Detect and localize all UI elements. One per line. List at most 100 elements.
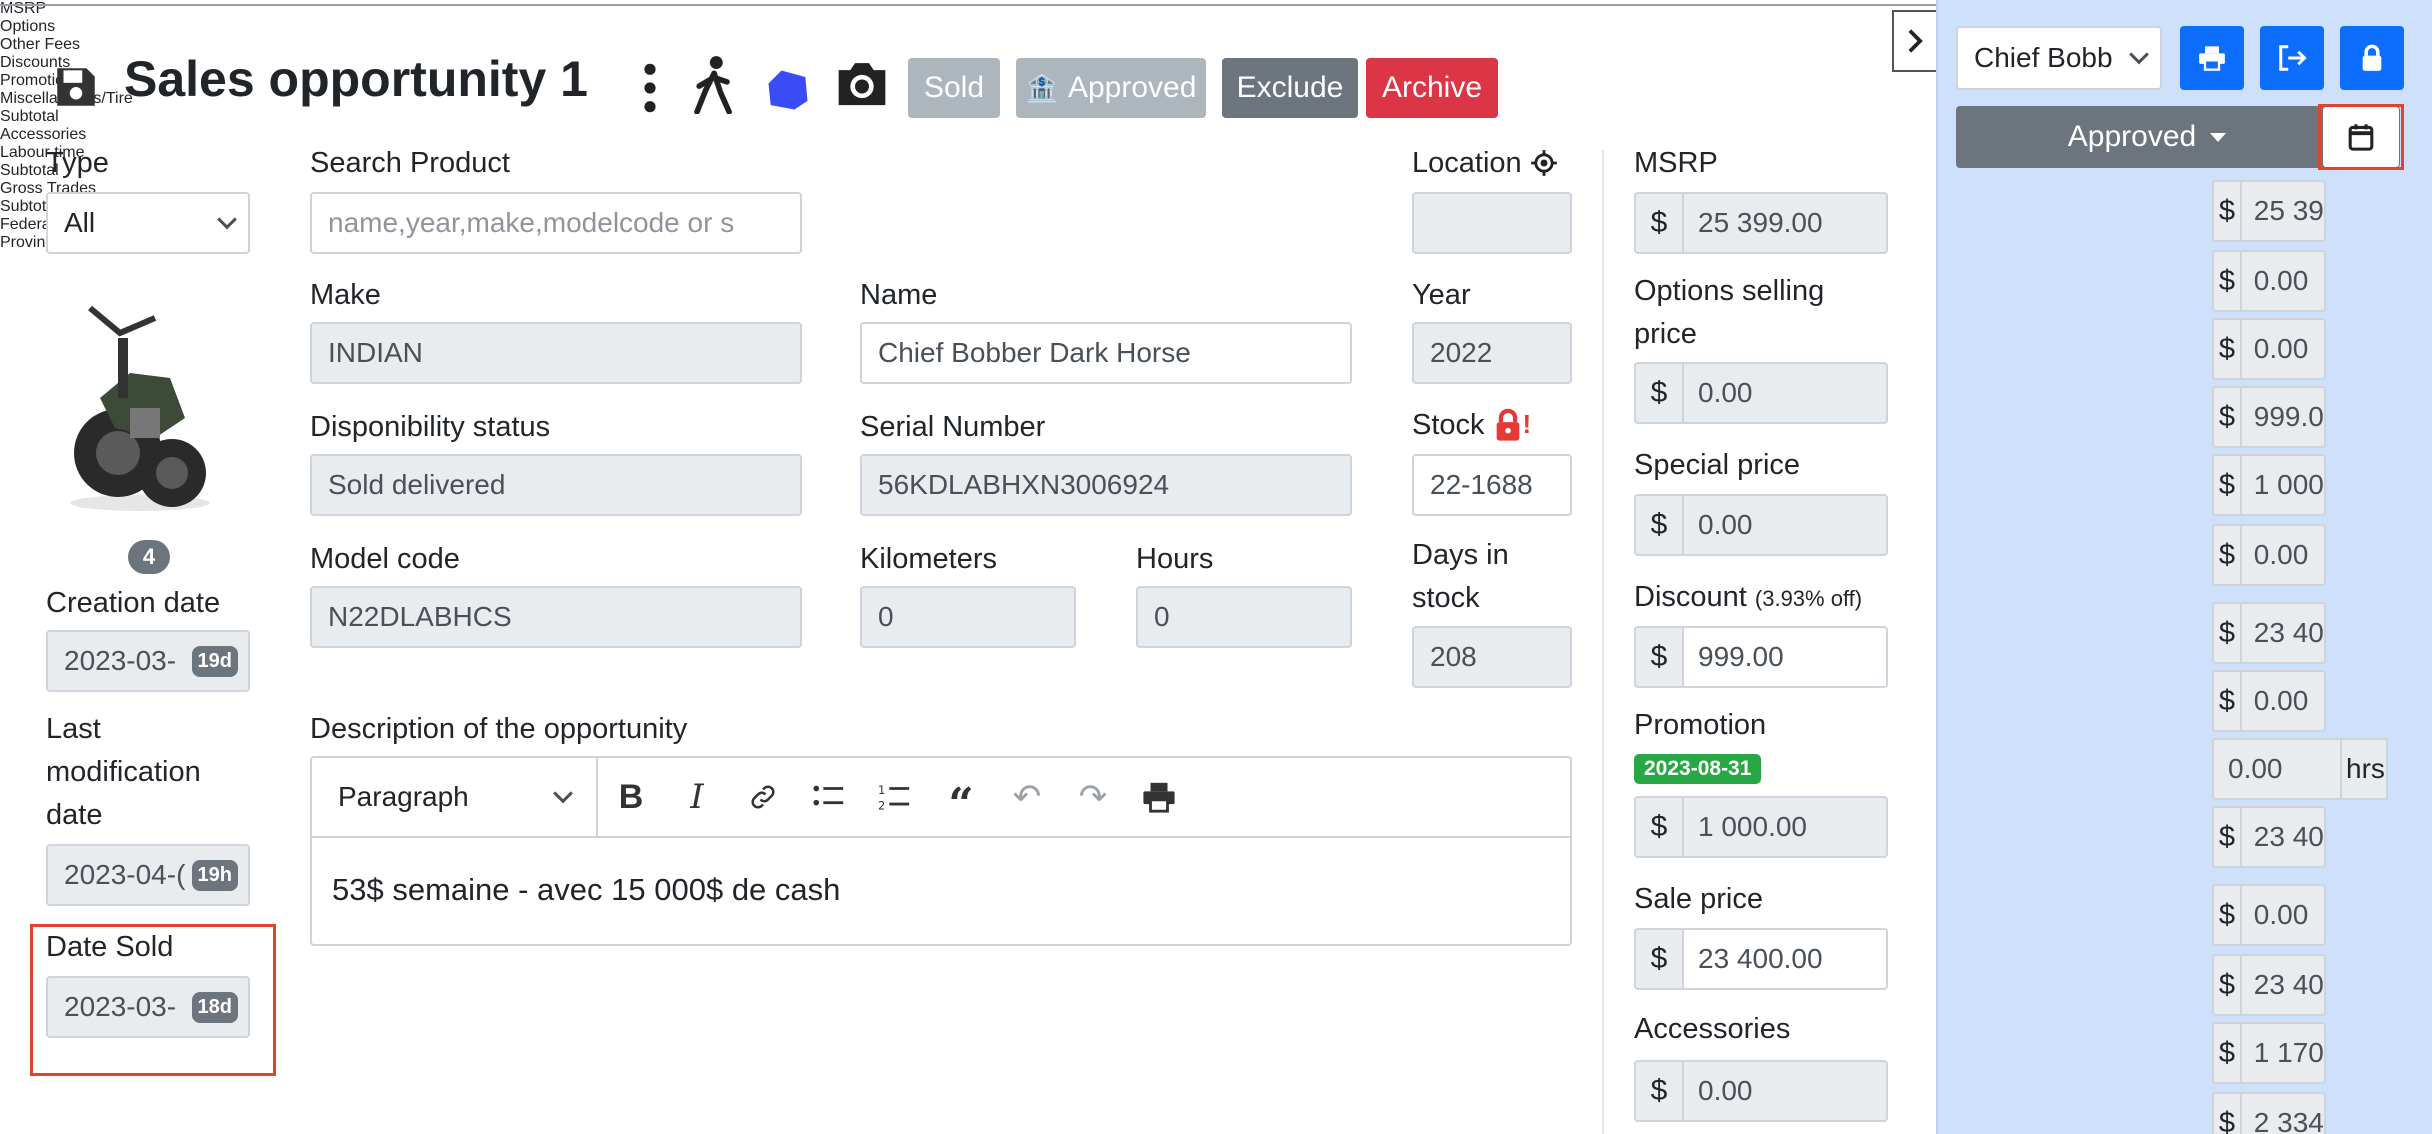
panel-federal-taxes-field: $ 1 170.0( (2212, 1022, 2326, 1084)
currency-prefix: $ (2212, 806, 2240, 868)
archive-button[interactable]: Archive (1366, 58, 1498, 118)
lock-icon (2362, 44, 2382, 71)
bank-icon: 🏦 (1025, 72, 1058, 103)
search-product-label: Search Product (310, 147, 510, 179)
panel-accessories-value: 0.00 (2239, 670, 2326, 732)
last-modification-label-3: date (46, 799, 103, 831)
caret-down-icon (2210, 132, 2227, 142)
year-label: Year (1412, 279, 1471, 311)
type-select[interactable]: All (46, 192, 250, 254)
sold-button-label: Sold (923, 71, 985, 104)
stock-value: 22-1688 (1430, 469, 1533, 500)
svg-text:2: 2 (878, 799, 885, 812)
kilometers-field: 0 (860, 586, 1076, 648)
sign-out-icon (2279, 45, 2307, 71)
year-field: 2022 (1412, 322, 1572, 384)
editor-toolbar: Paragraph B I 12 “ ↶ ↷ (312, 758, 1570, 838)
model-code-field: N22DLABHCS (310, 586, 802, 648)
options-selling-label-2: price (1634, 318, 1697, 350)
name-label: Name (860, 279, 938, 311)
chevron-down-icon (217, 209, 237, 230)
lock-button[interactable] (2340, 26, 2404, 90)
archive-button-label: Archive (1381, 71, 1483, 104)
last-modification-field: 2023-04-( 19h (46, 844, 250, 906)
panel-provincial-taxes-field: $ 2 334.1! (2212, 1092, 2326, 1134)
description-editor[interactable]: Paragraph B I 12 “ ↶ ↷ 53$ semaine - ave… (310, 756, 1572, 946)
lock-alert-icon: ! (1493, 406, 1531, 444)
currency-prefix: $ (2212, 670, 2240, 732)
description-text[interactable]: 53$ semaine - avec 15 000$ de cash (312, 838, 1570, 942)
more-options-icon[interactable] (636, 60, 664, 116)
print-icon[interactable] (1126, 758, 1192, 836)
panel-discounts-value: 999.00 (2239, 386, 2326, 448)
discount-value[interactable]: 999.00 (1682, 626, 1888, 688)
stock-input[interactable]: 22-1688 (1412, 454, 1572, 516)
numbered-list-icon[interactable]: 12 (862, 758, 928, 836)
vehicle-select-value: Chief Bobb (1974, 42, 2113, 73)
sale-price-label: Sale price (1634, 883, 1763, 915)
name-input[interactable]: Chief Bobber Dark Horse (860, 322, 1352, 384)
days-in-stock-label-2: stock (1412, 582, 1480, 614)
chevron-down-icon (553, 783, 573, 804)
panel-discounts-field: $ 999.00 (2212, 386, 2326, 448)
redo-icon[interactable]: ↷ (1060, 758, 1126, 836)
promotion-field: $ 1 000.00 (1634, 796, 1888, 858)
currency-prefix: $ (1634, 1060, 1682, 1122)
paragraph-format-select[interactable]: Paragraph (312, 758, 598, 836)
date-sold-field[interactable]: 2023-03- 18d (46, 976, 250, 1038)
sold-button[interactable]: Sold (908, 58, 1000, 118)
search-product-input[interactable]: name,year,make,modelcode or s (310, 192, 802, 254)
model-code-value: N22DLABHCS (328, 601, 512, 632)
days-in-stock-value: 208 (1430, 641, 1477, 672)
walk-in-icon[interactable] (686, 54, 738, 115)
discount-field[interactable]: $ 999.00 (1634, 626, 1888, 688)
panel-gross-trades-field: $ 0.00 (2212, 884, 2326, 946)
disponibility-field: Sold delivered (310, 454, 802, 516)
panel-accessories-field: $ 0.00 (2212, 670, 2326, 732)
description-label: Description of the opportunity (310, 713, 688, 745)
panel-labour-time-field[interactable]: 0.00 hrs (2212, 738, 2388, 800)
hours-field: 0 (1136, 586, 1352, 648)
last-modification-age-badge: 19h (191, 859, 238, 891)
panel-toggle-button[interactable] (1892, 10, 1936, 72)
print-button[interactable] (2180, 26, 2244, 90)
bold-icon[interactable]: B (598, 758, 664, 836)
vehicle-photo[interactable] (60, 278, 220, 518)
tag-icon[interactable] (762, 64, 814, 116)
special-price-value: 0.00 (1682, 494, 1888, 556)
currency-prefix: $ (2212, 1022, 2240, 1084)
bulleted-list-icon[interactable] (796, 758, 862, 836)
panel-subtotal-1-value: 23 400.( (2239, 602, 2326, 664)
vehicle-select[interactable]: Chief Bobb (1956, 26, 2162, 90)
export-button[interactable] (2260, 26, 2324, 90)
status-dropdown-button[interactable]: Approved (1956, 106, 2338, 168)
save-icon[interactable] (50, 62, 102, 112)
italic-icon[interactable]: I (664, 758, 730, 836)
panel-msrp-field: $ 25 399.( (2212, 180, 2326, 242)
panel-federal-taxes-value: 1 170.0( (2239, 1022, 2326, 1084)
currency-prefix: $ (2212, 386, 2240, 448)
link-icon[interactable] (730, 758, 796, 836)
stock-label: Stock ! (1412, 404, 1531, 446)
panel-other-fees-field: $ 0.00 (2212, 318, 2326, 380)
top-divider (0, 0, 1936, 6)
currency-prefix: $ (2212, 180, 2240, 242)
undo-icon[interactable]: ↶ (994, 758, 1060, 836)
panel-labour-time-value[interactable]: 0.00 (2212, 738, 2342, 800)
promotion-value: 1 000.00 (1682, 796, 1888, 858)
promotion-date-badge: 2023-08-31 (1634, 754, 1762, 784)
chevron-right-icon (1908, 29, 1923, 53)
panel-gross-trades-value: 0.00 (2239, 884, 2326, 946)
sale-price-field[interactable]: $ 23 400.00 (1634, 928, 1888, 990)
discount-label-text: Discount (1634, 581, 1747, 613)
camera-icon[interactable] (834, 58, 890, 108)
sale-price-value[interactable]: 23 400.00 (1682, 928, 1888, 990)
blockquote-icon[interactable]: “ (928, 758, 994, 836)
panel-promotions-value: 1 000.0( (2239, 454, 2326, 516)
crosshair-icon[interactable] (1530, 149, 1558, 177)
approved-button[interactable]: 🏦 Approved (1016, 58, 1206, 118)
photo-count-badge: 4 (128, 540, 170, 574)
exclude-button[interactable]: Exclude (1222, 58, 1358, 118)
accessories-value: 0.00 (1682, 1060, 1888, 1122)
last-modification-value: 2023-04-( (64, 859, 186, 890)
